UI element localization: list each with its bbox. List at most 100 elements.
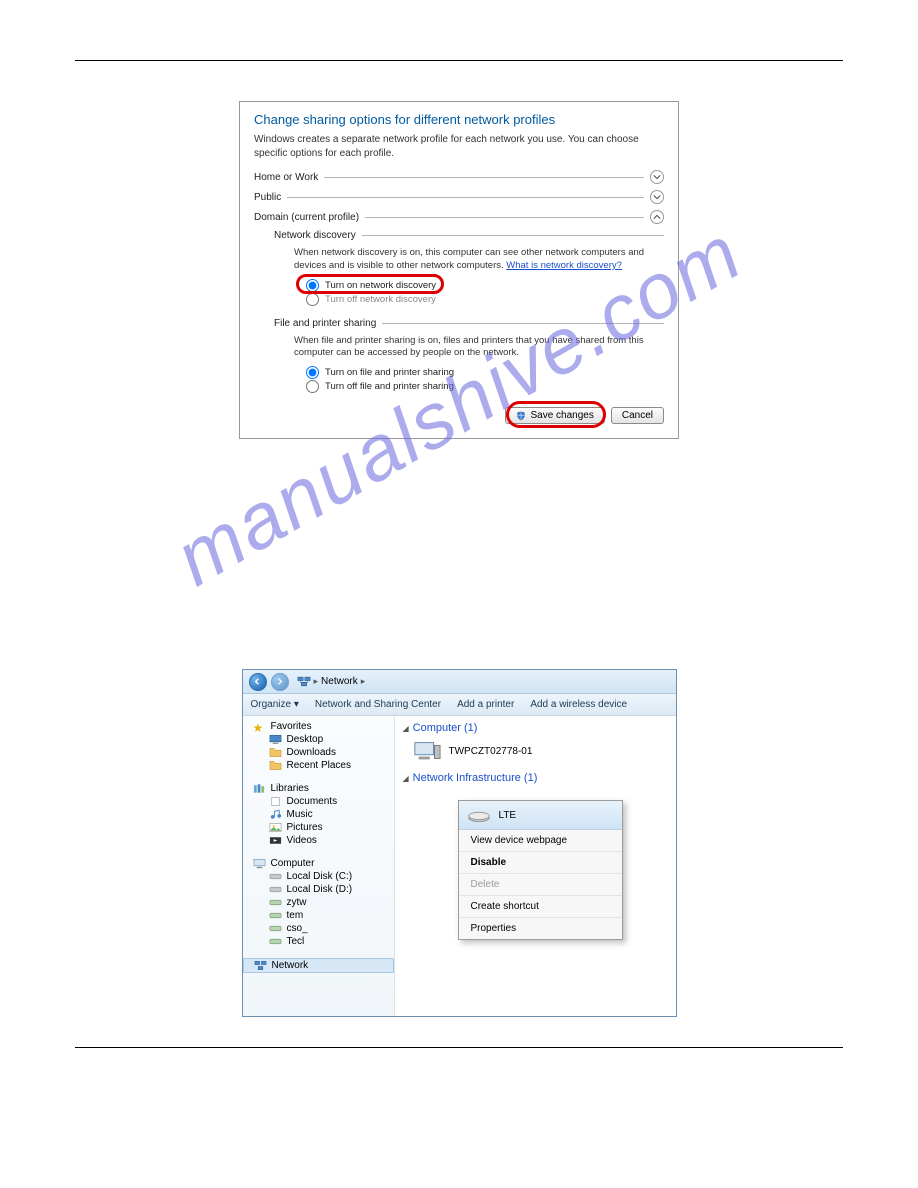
sidebar-item-disk-c[interactable]: Local Disk (C:) <box>243 870 394 883</box>
sidebar-item-recent[interactable]: Recent Places <box>243 759 394 772</box>
group-infrastructure[interactable]: ◢ Network Infrastructure (1) <box>403 772 668 784</box>
router-icon <box>467 806 491 824</box>
radio-nd-off[interactable]: Turn off network discovery <box>306 293 664 306</box>
libraries-icon <box>253 783 266 794</box>
ctx-disable[interactable]: Disable <box>459 851 622 873</box>
nav-forward-button[interactable] <box>271 673 289 691</box>
netdrive-icon <box>269 923 282 934</box>
sidebar-item-pictures[interactable]: Pictures <box>243 821 394 834</box>
sidebar-item-libraries[interactable]: Libraries <box>243 782 394 795</box>
radio-input[interactable] <box>306 380 319 393</box>
document-icon <box>269 796 282 807</box>
context-menu-header[interactable]: LTE <box>459 801 622 830</box>
save-changes-button[interactable]: Save changes <box>505 407 604 424</box>
sidebar-item-netdrive[interactable]: Tecl <box>243 935 394 948</box>
toolbar-organize[interactable]: Organize ▾ <box>251 699 299 710</box>
pictures-icon <box>269 822 282 833</box>
chevron-down-icon[interactable] <box>650 190 664 204</box>
profile-public[interactable]: Public <box>254 190 664 204</box>
folder-icon <box>269 747 282 758</box>
chevron-up-icon[interactable] <box>650 210 664 224</box>
profile-label: Domain (current profile) <box>254 212 359 223</box>
sidebar-item-netdrive[interactable]: zytw <box>243 896 394 909</box>
sidebar-item-label: Documents <box>287 796 338 807</box>
sidebar-item-netdrive[interactable]: cso_ <box>243 922 394 935</box>
sidebar-item-label: Network <box>272 960 309 971</box>
triangle-icon: ◢ <box>403 774 409 783</box>
profile-label: Public <box>254 192 281 203</box>
breadcrumb[interactable]: ▸ Network ▸ <box>297 676 366 687</box>
sidebar-item-computer[interactable]: Computer <box>243 857 394 870</box>
sidebar-item-label: zytw <box>287 897 307 908</box>
radio-label: Turn on file and printer sharing <box>325 367 454 378</box>
network-icon <box>254 960 267 971</box>
sidebar-item-label: Videos <box>287 835 317 846</box>
toolbar-nsc[interactable]: Network and Sharing Center <box>315 699 441 710</box>
radio-fp-off[interactable]: Turn off file and printer sharing <box>306 380 664 393</box>
sidebar-item-videos[interactable]: Videos <box>243 834 394 847</box>
chevron-down-icon[interactable] <box>650 170 664 184</box>
profile-domain[interactable]: Domain (current profile) <box>254 210 664 224</box>
sidebar-item-disk-d[interactable]: Local Disk (D:) <box>243 883 394 896</box>
ctx-create-shortcut[interactable]: Create shortcut <box>459 895 622 917</box>
ctx-delete: Delete <box>459 873 622 895</box>
sidebar-item-label: Local Disk (D:) <box>287 884 353 895</box>
sidebar-item-music[interactable]: Music <box>243 808 394 821</box>
network-icon <box>297 676 311 687</box>
section-file-printer: File and printer sharing When file and p… <box>274 318 664 394</box>
context-menu: LTE View device webpage Disable Delete C… <box>458 800 623 940</box>
folder-icon <box>269 760 282 771</box>
device-computer[interactable]: TWPCZT02778-01 <box>413 740 668 762</box>
disk-icon <box>269 871 282 882</box>
sidebar-item-label: Local Disk (C:) <box>287 871 353 882</box>
netdrive-icon <box>269 910 282 921</box>
radio-nd-on[interactable]: Turn on network discovery <box>306 279 664 292</box>
ctx-properties[interactable]: Properties <box>459 917 622 939</box>
desktop-icon <box>269 734 282 745</box>
triangle-icon: ◢ <box>403 724 409 733</box>
computer-icon <box>413 740 441 762</box>
sidebar-item-favorites[interactable]: ★ Favorites <box>243 720 394 733</box>
radio-label: Turn off file and printer sharing <box>325 381 454 392</box>
toolbar-add-printer[interactable]: Add a printer <box>457 699 514 710</box>
explorer-toolbar: Organize ▾ Network and Sharing Center Ad… <box>243 694 676 716</box>
radio-input[interactable] <box>306 366 319 379</box>
sidebar-item-label: Desktop <box>287 734 324 745</box>
profile-label: Home or Work <box>254 172 318 183</box>
sidebar-item-label: Recent Places <box>287 760 351 771</box>
nav-back-button[interactable] <box>249 673 267 691</box>
dialog-title: Change sharing options for different net… <box>254 112 664 127</box>
subdescription: When file and printer sharing is on, fil… <box>294 335 664 361</box>
explorer-titlebar: ▸ Network ▸ <box>243 670 676 694</box>
dialog-description: Windows creates a separate network profi… <box>254 133 664 160</box>
music-icon <box>269 809 282 820</box>
sidebar-item-network[interactable]: Network <box>243 958 394 973</box>
sidebar-item-label: Music <box>287 809 313 820</box>
group-computer[interactable]: ◢ Computer (1) <box>403 722 668 734</box>
shield-icon <box>516 411 526 421</box>
sidebar-item-label: Computer <box>271 858 315 869</box>
sidebar-item-documents[interactable]: Documents <box>243 795 394 808</box>
subheading: Network discovery <box>274 230 356 241</box>
netdrive-icon <box>269 897 282 908</box>
sidebar-item-label: Downloads <box>287 747 336 758</box>
link-what-is[interactable]: What is network discovery? <box>506 260 622 271</box>
sidebar-item-desktop[interactable]: Desktop <box>243 733 394 746</box>
ctx-view-webpage[interactable]: View device webpage <box>459 830 622 851</box>
computer-icon <box>253 858 266 869</box>
radio-input[interactable] <box>306 279 319 292</box>
subdescription: When network discovery is on, this compu… <box>294 247 664 273</box>
disk-icon <box>269 884 282 895</box>
section-network-discovery: Network discovery When network discovery… <box>274 230 664 306</box>
cancel-button[interactable]: Cancel <box>611 407 664 424</box>
videos-icon <box>269 835 282 846</box>
advanced-sharing-dialog: Change sharing options for different net… <box>239 101 679 439</box>
radio-input[interactable] <box>306 293 319 306</box>
sidebar-item-netdrive[interactable]: tem <box>243 909 394 922</box>
sidebar-item-downloads[interactable]: Downloads <box>243 746 394 759</box>
toolbar-add-wireless[interactable]: Add a wireless device <box>530 699 627 710</box>
radio-fp-on[interactable]: Turn on file and printer sharing <box>306 366 664 379</box>
profile-home[interactable]: Home or Work <box>254 170 664 184</box>
star-icon: ★ <box>253 721 266 732</box>
button-label: Cancel <box>622 410 653 421</box>
